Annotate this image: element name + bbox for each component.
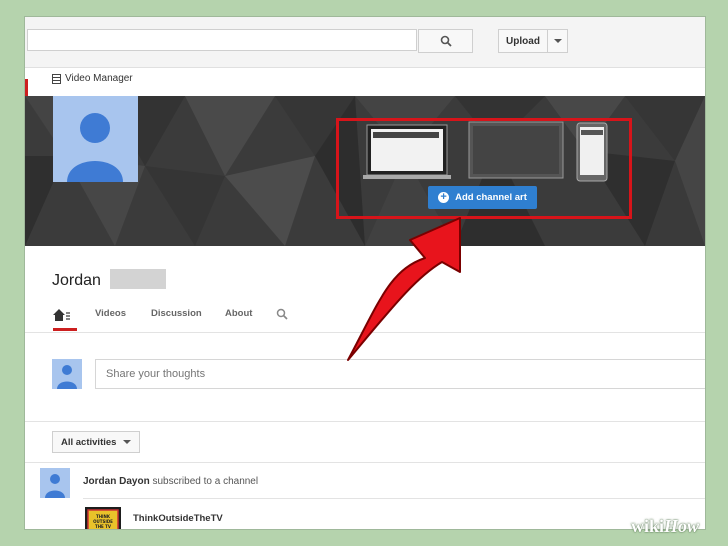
red-arrow-annotation — [347, 217, 461, 361]
wiki-text: wiki — [631, 516, 665, 536]
wikihow-watermark: wikiHow — [631, 516, 699, 537]
how-text: How — [664, 516, 700, 536]
